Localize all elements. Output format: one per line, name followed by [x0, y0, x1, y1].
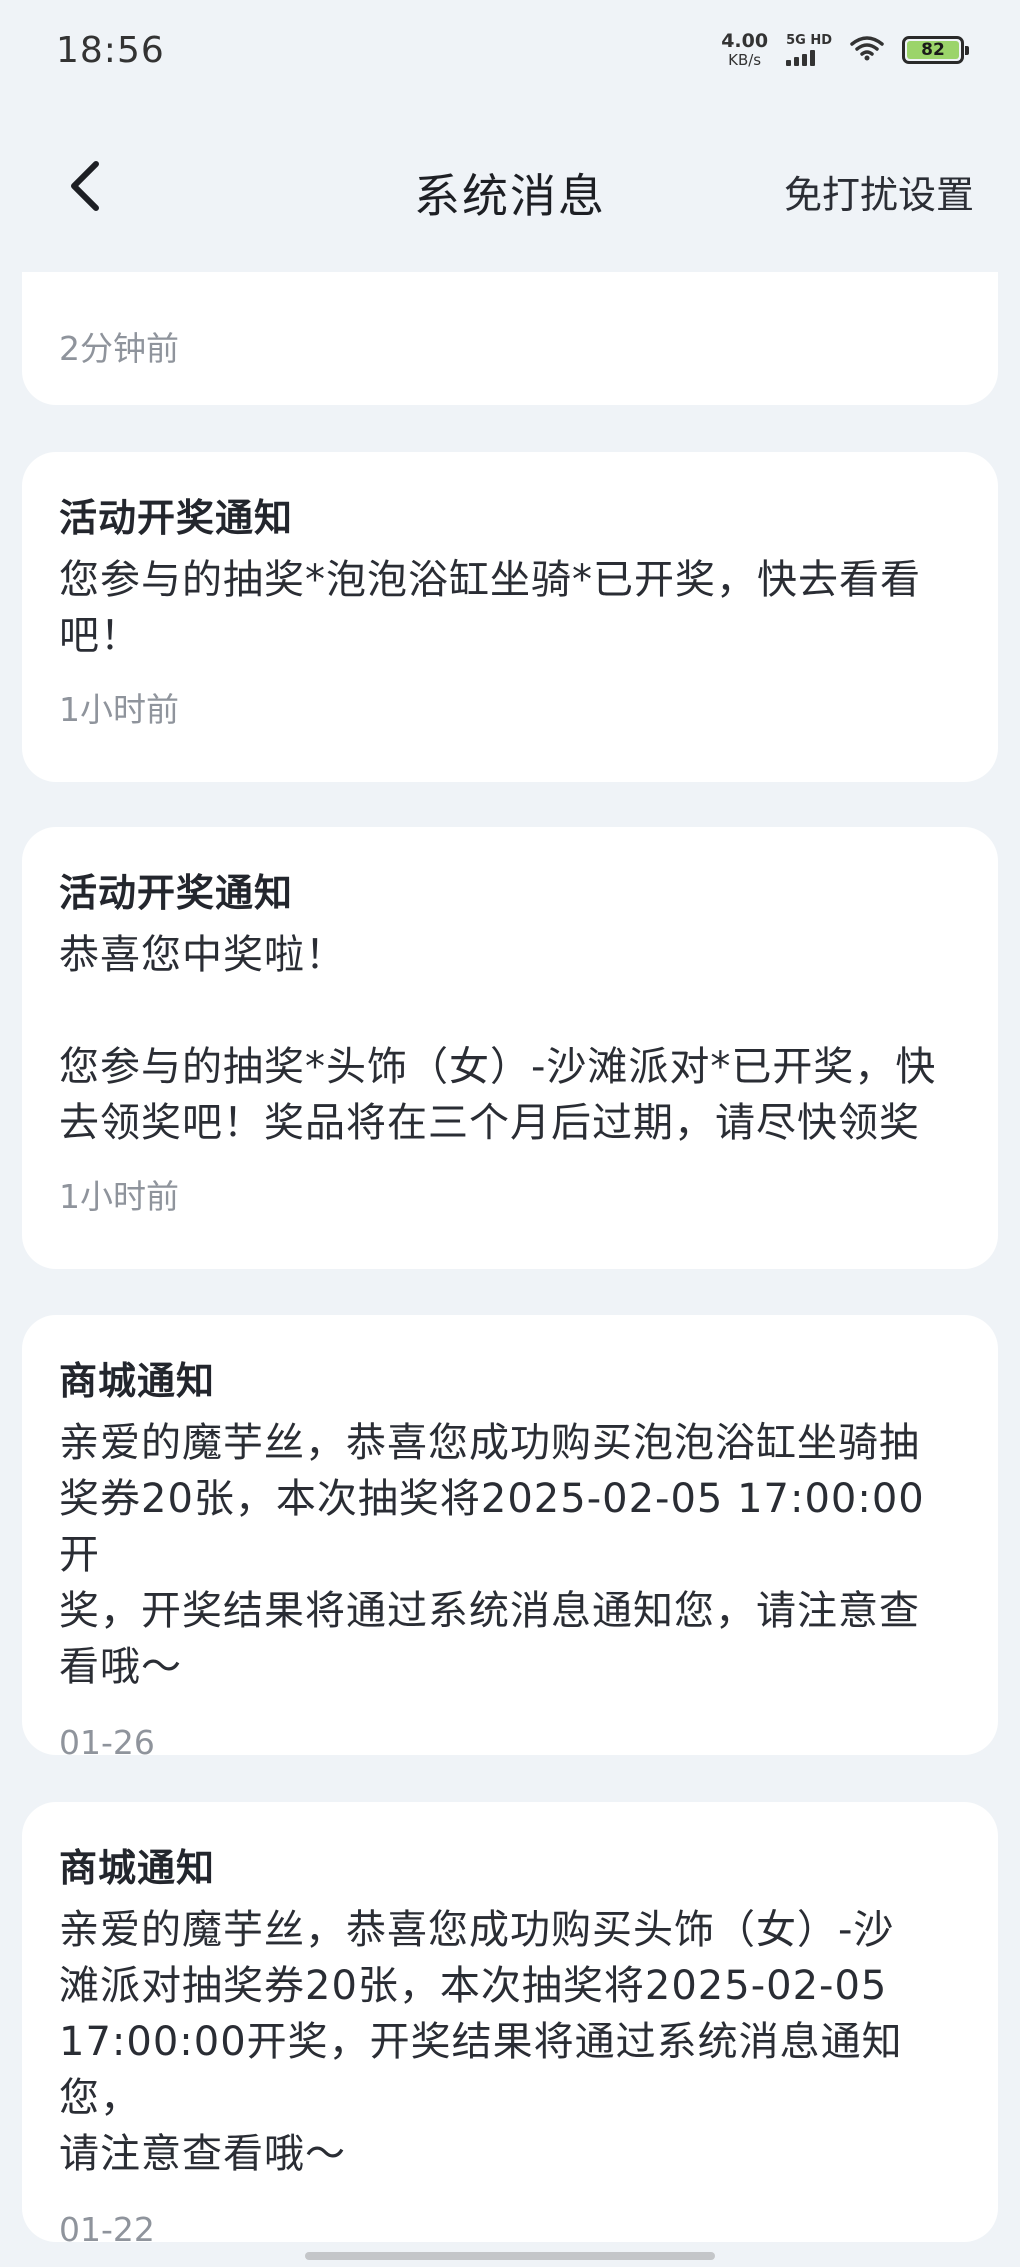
message-time: 1小时前	[59, 1177, 179, 1216]
message-title: 商城通知	[59, 1359, 216, 1403]
network-type: 5G HD	[786, 33, 832, 48]
battery-level: 82	[907, 40, 959, 60]
status-bar: 18:56 4.00 KB/s 5G HD 82	[0, 0, 1020, 110]
message-card[interactable]: 活动开奖通知 恭喜您中奖啦！ 您参与的抽奖*头饰（女）-沙滩派对*已开奖，快 去…	[22, 827, 998, 1269]
network-speed: 4.00 KB/s	[721, 32, 768, 68]
message-body: 亲爱的魔芋丝，恭喜您成功购买泡泡浴缸坐骑抽 奖券20张，本次抽奖将2025-02…	[59, 1420, 925, 1690]
message-title: 活动开奖通知	[59, 871, 294, 915]
message-time: 1小时前	[59, 690, 179, 729]
message-card[interactable]: 活动开奖通知 您参与的抽奖*泡泡浴缸坐骑*已开奖，快去看看 吧！ 1小时前	[22, 452, 998, 782]
message-card[interactable]: 商城通知 亲爱的魔芋丝，恭喜您成功购买泡泡浴缸坐骑抽 奖券20张，本次抽奖将20…	[22, 1315, 998, 1762]
network-speed-value: 4.00	[721, 30, 769, 52]
message-body: 亲爱的魔芋丝，恭喜您成功购买头饰（女）-沙 滩派对抽奖券20张，本次抽奖将202…	[59, 1907, 903, 2177]
do-not-disturb-settings-button[interactable]: 免打扰设置	[784, 164, 974, 219]
battery-icon: 82	[902, 36, 969, 64]
message-card[interactable]: 商城通知 亲爱的魔芋丝，恭喜您成功购买头饰（女）-沙 滩派对抽奖券20张，本次抽…	[22, 1802, 998, 2249]
message-body: 您参与的抽奖*泡泡浴缸坐骑*已开奖，快去看看 吧！	[59, 557, 921, 659]
message-title: 商城通知	[59, 1846, 216, 1890]
message-title: 活动开奖通知	[59, 496, 294, 540]
navigation-header: 系统消息 免打扰设置	[0, 140, 1020, 235]
network-speed-unit: KB/s	[728, 51, 762, 69]
message-time: 01-26	[59, 1723, 155, 1762]
message-card[interactable]: 2分钟前	[22, 272, 998, 405]
cellular-signal-icon: 5G HD	[786, 34, 832, 66]
message-time: 2分钟前	[59, 329, 179, 368]
message-body: 恭喜您中奖啦！ 您参与的抽奖*头饰（女）-沙滩派对*已开奖，快 去领奖吧！奖品将…	[59, 932, 937, 1146]
status-icons: 4.00 KB/s 5G HD 82	[721, 32, 969, 68]
message-time: 01-22	[59, 2210, 155, 2249]
wifi-icon	[850, 35, 884, 65]
home-indicator[interactable]	[305, 2252, 715, 2260]
status-time: 18:56	[56, 30, 165, 71]
